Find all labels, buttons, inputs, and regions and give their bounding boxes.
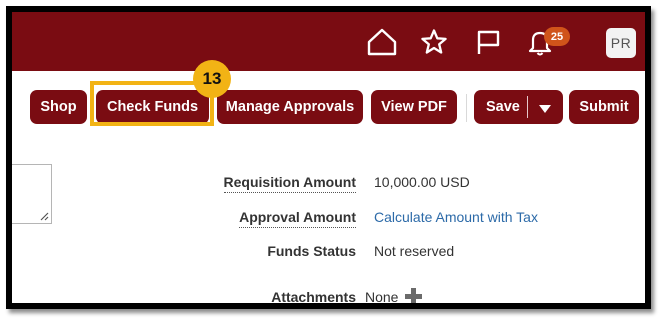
approval-amount-label: Approval Amount (239, 209, 356, 228)
view-pdf-button[interactable]: View PDF (371, 90, 457, 124)
shop-button[interactable]: Shop (30, 90, 87, 124)
screenshot-frame: 25 PR Shop Check Funds Manage Approvals … (6, 6, 651, 309)
global-header: 25 PR (12, 12, 645, 71)
calculate-amount-link[interactable]: Calculate Amount with Tax (374, 209, 538, 225)
home-icon[interactable] (366, 26, 398, 58)
attachments-value: None (365, 289, 399, 303)
chevron-down-icon[interactable] (539, 101, 551, 119)
flag-icon[interactable] (472, 26, 504, 58)
user-avatar[interactable]: PR (606, 28, 636, 58)
add-attachment-icon[interactable] (405, 288, 422, 303)
save-button-label: Save (486, 99, 520, 115)
requisition-amount-label: Requisition Amount (223, 174, 356, 193)
toolbar-divider (466, 94, 467, 122)
resize-handle-icon[interactable] (40, 212, 49, 221)
save-split-separator (527, 96, 528, 118)
step-number-badge: 13 (193, 60, 231, 98)
notification-count-badge: 25 (544, 27, 570, 46)
description-textarea[interactable] (12, 164, 52, 224)
requisition-amount-value: 10,000.00 USD (374, 174, 470, 190)
attachments-label: Attachments (271, 289, 356, 303)
funds-status-value: Not reserved (374, 243, 455, 259)
submit-button[interactable]: Submit (569, 90, 639, 124)
app-screen: 25 PR Shop Check Funds Manage Approvals … (12, 12, 645, 303)
star-icon[interactable] (418, 26, 450, 58)
manage-approvals-button[interactable]: Manage Approvals (217, 90, 363, 124)
funds-status-label: Funds Status (267, 243, 356, 259)
